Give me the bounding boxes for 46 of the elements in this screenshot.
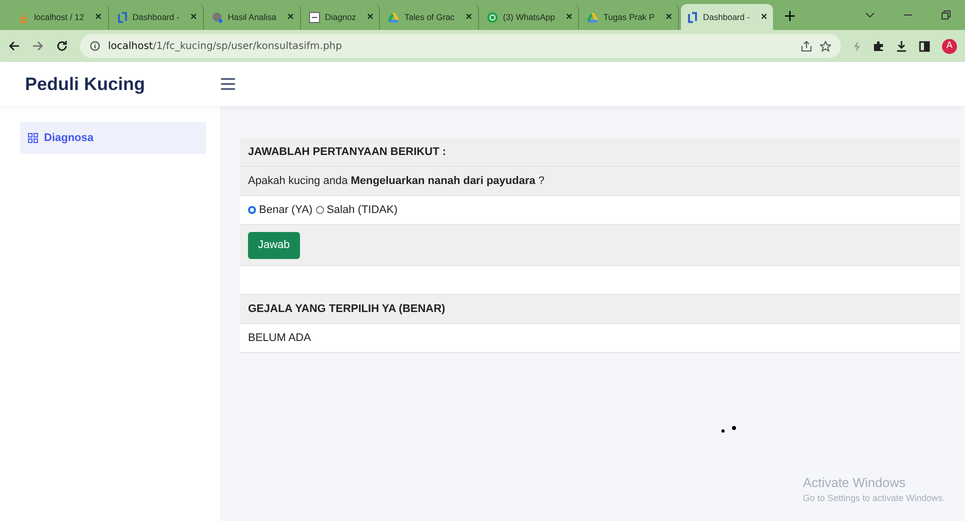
sailboat-icon: [18, 12, 29, 22]
radio-label: Salah (TIDAK): [326, 204, 398, 216]
puzzle-icon[interactable]: [873, 40, 884, 52]
profile-avatar[interactable]: A: [942, 38, 957, 54]
share-icon[interactable]: [801, 40, 812, 52]
result-text: BELUM ADA: [248, 332, 311, 344]
chevron-down-icon[interactable]: [865, 10, 875, 20]
chat-bubble-icon: [487, 12, 498, 22]
close-icon[interactable]: ×: [760, 11, 768, 23]
close-icon[interactable]: ×: [666, 11, 672, 23]
download-icon[interactable]: [896, 40, 907, 52]
watermark-title: Activate Windows: [802, 475, 907, 490]
browser-tab[interactable]: Dashboard - ×: [681, 4, 774, 30]
reload-icon[interactable]: [56, 40, 68, 52]
bracket-logo-icon: [687, 12, 698, 22]
sidebar-item[interactable]: Diagnosa: [20, 122, 206, 154]
triangle-drive-icon: [388, 12, 400, 22]
menu-icon[interactable]: [220, 77, 236, 91]
address-bar[interactable]: localhost/1/fc_kucing/sp/user/konsultasifm.php: [80, 34, 841, 58]
card-heading: GEJALA YANG TERPILIH YA (BENAR): [248, 303, 446, 315]
restore-icon[interactable]: [941, 10, 951, 20]
side-panel-icon[interactable]: [919, 40, 930, 52]
close-icon[interactable]: ×: [367, 11, 374, 23]
forward-icon[interactable]: [32, 40, 44, 52]
close-icon[interactable]: ×: [566, 11, 572, 23]
card-heading: JAWABLAH PERTANYAAN BERIKUT :: [248, 146, 446, 158]
brand-title: Peduli Kucing: [24, 74, 146, 94]
radio-label: Benar (YA): [259, 204, 313, 216]
answer-button[interactable]: Jawab: [248, 232, 300, 258]
bracket-logo-icon: [116, 12, 128, 22]
grid-icon: [28, 133, 38, 143]
close-icon[interactable]: ×: [190, 11, 197, 23]
star-icon[interactable]: [820, 40, 831, 52]
info-icon[interactable]: [90, 41, 100, 51]
question-text: Apakah kucing anda Mengeluarkan nanah dari payudara ?: [248, 175, 545, 187]
watermark-subtitle: Go to Settings to activate Windows.: [802, 493, 945, 503]
back-icon[interactable]: [8, 40, 20, 52]
radio-button[interactable]: [316, 206, 324, 214]
triangle-drive-icon: [587, 12, 598, 22]
document-icon: [308, 12, 320, 22]
new-tab-button[interactable]: +: [783, 6, 797, 24]
globe-icon: [212, 12, 223, 22]
close-icon[interactable]: ×: [95, 11, 102, 23]
close-icon[interactable]: ×: [287, 11, 294, 23]
radio-button[interactable]: [248, 206, 256, 214]
close-icon[interactable]: ×: [466, 11, 472, 23]
